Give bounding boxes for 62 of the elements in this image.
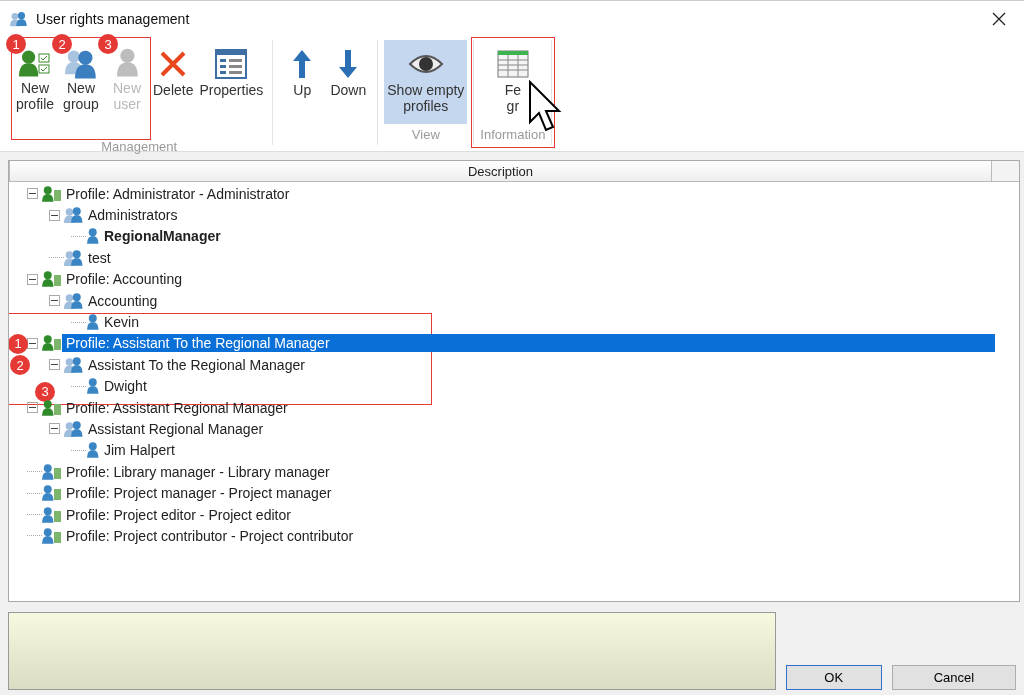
people-icon — [10, 9, 28, 28]
dialog-button[interactable]: OK — [785, 665, 882, 690]
tree-item[interactable]: Kevin — [100, 313, 144, 332]
people-icon — [42, 270, 62, 289]
collapse-icon[interactable] — [27, 188, 38, 200]
tree-item[interactable]: Profile: Library manager - Library manager — [62, 462, 334, 481]
toolbar-button[interactable]: Down — [325, 40, 372, 124]
number-badge: 2 — [52, 34, 72, 54]
group-label: Information — [480, 127, 546, 144]
people-icon — [42, 462, 62, 481]
collapse-icon[interactable] — [49, 295, 60, 307]
people-icon — [64, 248, 84, 267]
tree-item[interactable]: Profile: Project editor - Project editor — [62, 505, 295, 524]
tree-item[interactable]: Assistant To the Regional Manager — [84, 355, 309, 374]
number-badge: 1 — [6, 34, 26, 54]
collapse-icon[interactable] — [49, 209, 60, 221]
people-icon — [42, 334, 62, 353]
tree-item[interactable]: Profile: Assistant To the Regional Manager — [62, 334, 995, 353]
people-icon — [42, 184, 62, 203]
column-header[interactable]: Description — [9, 161, 992, 182]
tree-item[interactable]: Administrators — [84, 206, 182, 225]
toolbar-button[interactable]: Delete — [150, 40, 197, 124]
collapse-icon[interactable] — [27, 402, 38, 414]
people-icon — [64, 206, 84, 225]
tree-item[interactable]: Dwight — [100, 377, 151, 396]
window-title: User rights management — [36, 10, 191, 27]
tree-item[interactable]: Profile: Project manager - Project manager — [62, 484, 336, 503]
tree-item[interactable]: Accounting — [84, 291, 162, 310]
people-icon — [42, 484, 62, 503]
tree-item[interactable]: Profile: Project contributor - Project contributor — [62, 526, 358, 545]
person-icon — [86, 313, 100, 332]
tree-item[interactable]: test — [84, 248, 115, 267]
group-label: Management — [101, 139, 178, 154]
person-icon — [86, 227, 100, 246]
number-badge: 3 — [98, 34, 118, 54]
toolbar-button[interactable]: Up — [279, 40, 326, 124]
dialog-button[interactable]: Cancel — [891, 665, 1016, 690]
tree-item[interactable]: RegionalManager — [100, 227, 225, 246]
toolbar-button[interactable]: Show empty profiles — [384, 40, 468, 124]
tree-item[interactable]: Assistant Regional Manager — [84, 420, 268, 438]
list-icon — [213, 46, 250, 82]
people-icon — [42, 398, 62, 417]
collapse-icon[interactable] — [27, 273, 38, 285]
person-icon — [86, 441, 100, 460]
people-icon — [64, 420, 84, 438]
number-badge: 1 — [9, 333, 28, 354]
people-icon — [64, 355, 84, 374]
group-label: View — [411, 127, 440, 144]
number-badge: 2 — [10, 355, 30, 376]
collapse-icon[interactable] — [49, 359, 60, 371]
people-icon — [42, 505, 62, 524]
tree-item[interactable]: Profile: Administrator - Administrator — [62, 184, 294, 203]
close-icon — [992, 11, 1006, 26]
tree-item[interactable]: Profile: Accounting — [62, 270, 186, 289]
number-badge: 3 — [35, 381, 55, 402]
person-icon — [86, 377, 100, 396]
toolbar-button[interactable]: Properties — [196, 40, 267, 124]
collapse-icon[interactable] — [49, 423, 60, 435]
tree-item[interactable]: Jim Halpert — [100, 441, 179, 460]
people-icon — [64, 291, 84, 310]
collapse-icon[interactable] — [27, 337, 38, 349]
people-icon — [42, 526, 62, 545]
